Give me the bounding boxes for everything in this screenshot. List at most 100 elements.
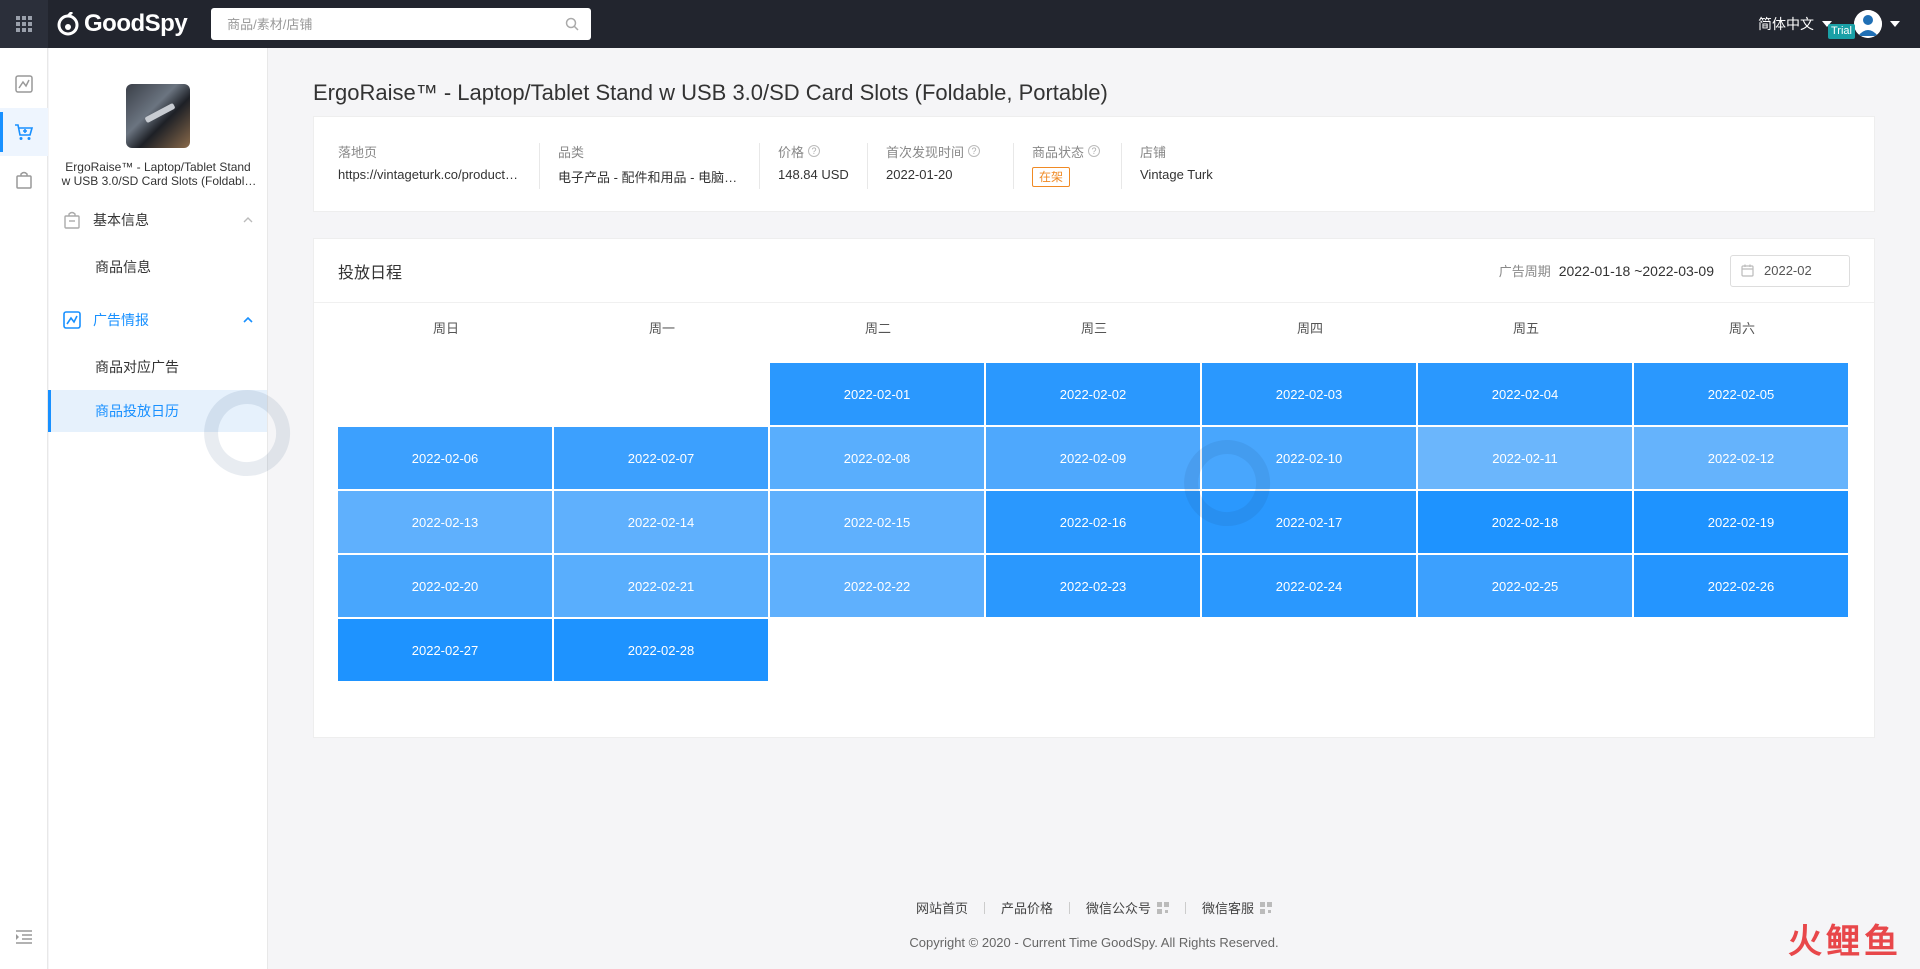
calendar-day-cell[interactable]: 2022-02-17 [1202, 491, 1416, 553]
calendar-header: 投放日程 广告周期 2022-01-18 ~2022-03-09 [314, 239, 1874, 303]
help-icon[interactable]: ? [968, 145, 981, 157]
calendar-day-cell[interactable]: 2022-02-12 [1634, 427, 1848, 489]
calendar-day-cell[interactable]: 2022-02-19 [1634, 491, 1848, 553]
cart-icon [15, 124, 34, 140]
info-category: 品类 电子产品 - 配件和用品 - 电脑配件 [558, 143, 760, 189]
weekday-label: 周三 [1080, 321, 1107, 336]
menu-group-ad-intel[interactable]: 广告情报 [49, 296, 267, 344]
calendar-day-cell[interactable]: 2022-02-22 [770, 555, 984, 617]
indent-icon [16, 930, 32, 944]
menu-item-ad-calendar[interactable]: 商品投放日历 [48, 390, 267, 432]
weekday-label: 周六 [1728, 321, 1755, 336]
info-label-text: 商品状态 [1032, 144, 1085, 160]
calendar-day-cell[interactable]: 2022-02-01 [770, 363, 984, 425]
brand-logo[interactable]: GoodSpy [56, 10, 188, 38]
calendar-days: 2022-02-01 2022-02-02 2022-02-03 2022-02-04… [338, 363, 1850, 681]
footer-link-wechat-official[interactable]: 微信公众号 [1070, 898, 1185, 917]
language-label: 简体中文 [1758, 16, 1814, 32]
store-link[interactable]: Vintage Turk [1140, 167, 1262, 182]
calendar-day-cell[interactable]: 2022-02-16 [986, 491, 1200, 553]
calendar-day-cell[interactable]: 2022-02-20 [338, 555, 552, 617]
weekday-label: 周日 [432, 321, 459, 336]
footer-link-label: 微信公众号 [1086, 901, 1152, 916]
top-bar: GoodSpy 简体中文 Trial [0, 0, 1920, 48]
calendar-day-cell[interactable]: 2022-02-03 [1202, 363, 1416, 425]
calendar-day-cell[interactable]: 2022-02-13 [338, 491, 552, 553]
calendar-day-cell[interactable]: 2022-02-24 [1202, 555, 1416, 617]
global-search [211, 8, 592, 40]
footer-link-wechat-support[interactable]: 微信客服 [1186, 898, 1288, 917]
icon-rail [0, 48, 48, 969]
weekday-label: 周一 [648, 321, 675, 336]
calendar-day-cell[interactable]: 2022-02-06 [338, 427, 552, 489]
calendar-icon [1741, 264, 1754, 277]
calendar-day-cell[interactable]: 2022-02-08 [770, 427, 984, 489]
month-picker[interactable] [1730, 254, 1850, 287]
help-icon[interactable]: ? [1088, 145, 1101, 157]
footer-link-label: 微信客服 [1202, 901, 1255, 916]
product-info-card: 落地页 https://vintageturk.co/products/ergo… [313, 116, 1875, 212]
weekday-label: 周五 [1512, 321, 1539, 336]
calendar-day-cell[interactable]: 2022-02-23 [986, 555, 1200, 617]
calendar-day-cell[interactable]: 2022-02-05 [1634, 363, 1848, 425]
ad-period: 广告周期 2022-01-18 ~2022-03-09 [1499, 254, 1850, 287]
calendar-day-cell[interactable]: 2022-02-04 [1418, 363, 1632, 425]
info-label: 首次发现时间 ? [886, 143, 995, 160]
apps-grid-button[interactable] [0, 0, 48, 48]
calendar-day-cell[interactable]: 2022-02-27 [338, 619, 552, 681]
calendar-day-cell[interactable]: 2022-02-09 [986, 427, 1200, 489]
status-badge: 在架 [1032, 167, 1071, 187]
calendar-day-cell[interactable]: 2022-02-02 [986, 363, 1200, 425]
calendar-day-cell[interactable]: 2022-02-10 [1202, 427, 1416, 489]
search-icon[interactable] [565, 17, 579, 31]
calendar-day-cell[interactable]: 2022-02-26 [1634, 555, 1848, 617]
rail-products-button[interactable] [0, 108, 48, 156]
caret-down-icon [1890, 21, 1900, 27]
chevron-up-icon [243, 217, 253, 223]
menu-group-basic-info[interactable]: 基本信息 [49, 196, 267, 244]
goodspy-logo-icon [57, 12, 79, 36]
search-input[interactable] [225, 15, 566, 33]
ad-chart-icon [63, 311, 81, 329]
help-icon[interactable]: ? [808, 145, 821, 157]
calendar-day-cell[interactable]: 2022-02-21 [554, 555, 768, 617]
calendar-day-cell[interactable]: 2022-02-25 [1418, 555, 1632, 617]
qr-code-icon [1260, 901, 1273, 914]
calendar-grid: 周日 周一 周二 周三 周四 周五 周六 2022-02-01 2022-02-02 2022-… [338, 319, 1850, 681]
calendar-day-cell[interactable]: 2022-02-11 [1418, 427, 1632, 489]
avatar [1854, 10, 1882, 38]
info-price: 价格 ? 148.84 USD [778, 143, 868, 189]
status-value: 在架 [1032, 167, 1103, 187]
calendar-day-cell[interactable]: 2022-02-15 [770, 491, 984, 553]
calendar-empty-cell [338, 363, 552, 425]
footer-link-home[interactable]: 网站首页 [900, 898, 984, 917]
first-seen-value: 2022-01-20 [886, 167, 953, 182]
calendar-day-cell[interactable]: 2022-02-18 [1418, 491, 1632, 553]
info-label: 商品状态 ? [1032, 143, 1103, 160]
language-selector[interactable]: 简体中文 [1758, 14, 1832, 34]
footer-link-pricing[interactable]: 产品价格 [985, 898, 1069, 917]
menu-item-product-info[interactable]: 商品信息 [49, 246, 267, 288]
collapse-menu-button[interactable] [0, 913, 48, 961]
calendar-day-cell[interactable]: 2022-02-14 [554, 491, 768, 553]
month-input[interactable] [1762, 262, 1832, 279]
rail-stores-button[interactable] [0, 156, 48, 204]
info-first-seen: 首次发现时间 ? 2022-01-20 [886, 143, 1014, 189]
bag-icon [16, 171, 32, 189]
weekday-header: 周日 周一 周二 周三 周四 周五 周六 [338, 319, 1850, 363]
calendar-day-cell[interactable]: 2022-02-28 [554, 619, 768, 681]
calendar-day-cell[interactable]: 2022-02-07 [554, 427, 768, 489]
calendar-title: 投放日程 [338, 264, 403, 282]
footer: 网站首页 产品价格 微信公众号 微信客服 Copyright © 2020 - … [268, 898, 1920, 950]
price-value: 148.84 USD [778, 167, 849, 182]
weekday-label: 周四 [1296, 321, 1323, 336]
landing-page-link[interactable]: https://vintageturk.co/products/ergorais… [338, 167, 521, 182]
rail-ads-button[interactable] [0, 60, 48, 108]
user-menu[interactable]: Trial [1828, 10, 1900, 39]
menu-item-product-ads[interactable]: 商品对应广告 [49, 346, 267, 388]
product-summary: ErgoRaise™ - Laptop/Tablet Stand w USB 3… [49, 48, 267, 188]
info-label: 品类 [558, 144, 585, 160]
grid-icon [16, 16, 32, 32]
ad-image-icon [15, 75, 33, 93]
info-label: 店铺 [1140, 144, 1167, 160]
